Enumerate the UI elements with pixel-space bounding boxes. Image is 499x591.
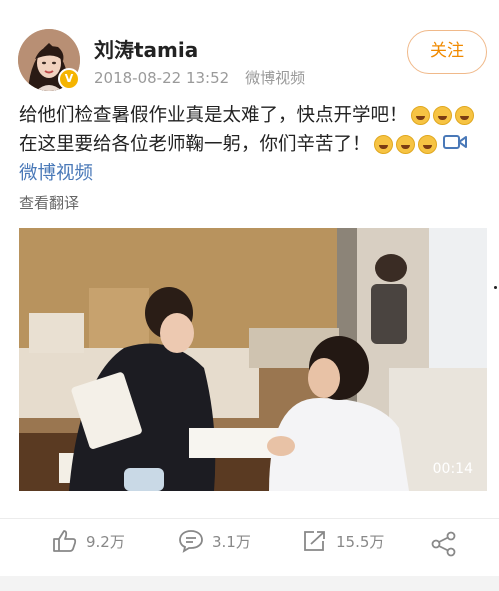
post-line-2: 在这里要给各位老师鞠一躬，你们辛苦了！ xyxy=(19,130,489,159)
username[interactable]: 刘涛tamia xyxy=(94,34,198,63)
post-line-2-text: 在这里要给各位老师鞠一躬，你们辛苦了！ xyxy=(19,134,371,155)
post-text: 给他们检查暑假作业真是太难了，快点开学吧！ 在这里要给各位老师鞠一躬，你们辛苦了… xyxy=(19,101,489,188)
comment-icon xyxy=(179,530,203,553)
video-camera-icon[interactable] xyxy=(442,130,467,159)
video-thumbnail xyxy=(19,228,487,491)
laughing-tears-emoji-icon xyxy=(417,135,437,154)
video-duration: 00:14 xyxy=(432,461,473,477)
post-source: 微博视频 xyxy=(245,69,306,87)
verified-badge-icon: V xyxy=(58,68,80,90)
share-button[interactable] xyxy=(430,531,458,561)
like-count: 9.2万 xyxy=(86,532,125,551)
weibo-video-link[interactable]: 微博视频 xyxy=(19,159,93,188)
post-line-1: 给他们检查暑假作业真是太难了，快点开学吧！ xyxy=(19,101,489,130)
comment-button[interactable]: 3.1万 xyxy=(178,529,251,553)
post-line-1-text: 给他们检查暑假作业真是太难了，快点开学吧！ xyxy=(19,105,408,126)
weibo-post-card: V 刘涛tamia 2018-08-22 13:52 微博视频 关注 给他们检查暑… xyxy=(0,0,499,576)
laughing-tears-emoji-icon xyxy=(410,106,430,125)
repost-button[interactable]: 15.5万 xyxy=(302,529,384,553)
laughing-tears-emoji-icon xyxy=(454,106,474,125)
scroll-marker xyxy=(494,286,497,289)
comment-count: 3.1万 xyxy=(212,532,251,551)
translate-link[interactable]: 查看翻译 xyxy=(19,192,79,213)
post-meta: 2018-08-22 13:52 微博视频 xyxy=(94,67,305,88)
post-date: 2018-08-22 13:52 xyxy=(94,69,230,87)
action-bar: 9.2万 3.1万 15.5万 xyxy=(0,518,499,569)
laughing-tears-emoji-icon xyxy=(373,135,393,154)
share-icon xyxy=(431,531,456,557)
like-button[interactable]: 9.2万 xyxy=(52,529,125,553)
thumbs-up-icon xyxy=(53,530,77,552)
repost-count: 15.5万 xyxy=(336,532,385,551)
laughing-tears-emoji-icon xyxy=(432,106,452,125)
repost-icon xyxy=(304,531,325,551)
follow-button[interactable]: 关注 xyxy=(407,30,487,74)
laughing-tears-emoji-icon xyxy=(395,135,415,154)
post-line-3: 微博视频 xyxy=(19,159,489,188)
video-player[interactable]: 00:14 xyxy=(19,228,487,491)
